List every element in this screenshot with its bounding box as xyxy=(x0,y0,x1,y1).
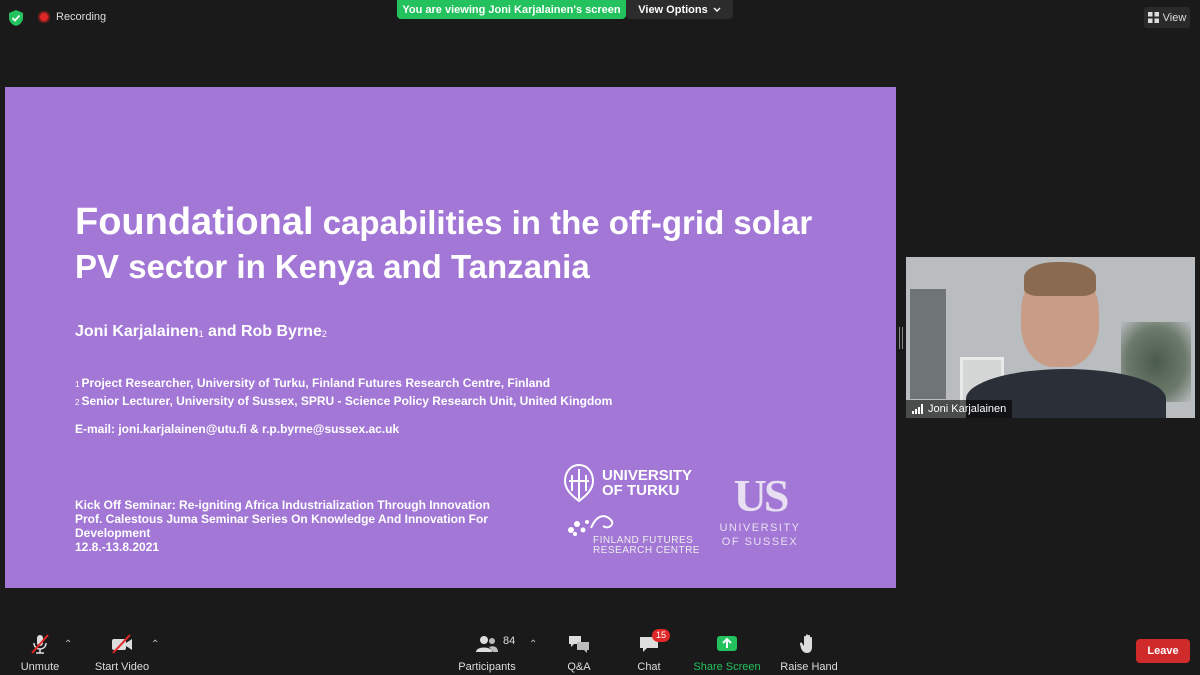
chat-unread-badge: 15 xyxy=(652,629,671,642)
participant-hair xyxy=(1024,262,1096,296)
recording-icon xyxy=(38,11,50,23)
slide-title: Foundational capabilities in the off-gri… xyxy=(75,200,855,289)
panel-resize-handle[interactable] xyxy=(899,327,903,349)
shared-screen-slide: Foundational capabilities in the off-gri… xyxy=(5,87,896,588)
sussex-line-1: UNIVERSITY xyxy=(719,522,801,534)
recording-label: Recording xyxy=(56,11,107,23)
seminar-line-1: Kick Off Seminar: Re-igniting Africa Ind… xyxy=(75,498,490,512)
turku-wordmark: UNIVERSITY OF TURKU xyxy=(602,468,692,498)
slide-authors: Joni Karjalainen1 and Rob Byrne2 xyxy=(75,323,327,341)
share-screen-label: Share Screen xyxy=(693,661,761,673)
author-and: and xyxy=(203,323,241,340)
view-options-label: View Options xyxy=(638,3,708,16)
raise-hand-icon xyxy=(799,634,812,653)
signal-strength-icon xyxy=(912,404,923,414)
sussex-wordmark: UNIVERSITY OF SUSSEX xyxy=(715,521,805,549)
affiliation-2-num: 2 xyxy=(75,398,80,407)
chevron-down-icon xyxy=(713,7,721,12)
affiliation-1-num: 1 xyxy=(75,380,80,389)
ffrc-line-2: RESEARCH CENTRE xyxy=(593,545,700,556)
grid-icon xyxy=(1147,12,1159,23)
raise-hand-button[interactable]: Raise Hand xyxy=(780,633,838,673)
video-options-caret-icon[interactable]: ⌃ xyxy=(151,639,159,650)
university-of-sussex-logo: US UNIVERSITY OF SUSSEX xyxy=(715,470,805,549)
seminar-dates: 12.8.-13.8.2021 xyxy=(75,540,160,554)
view-options-button[interactable]: View Options xyxy=(626,0,733,19)
slide-email: E-mail: joni.karjalainen@utu.fi & r.p.by… xyxy=(75,422,400,436)
start-video-button[interactable]: Start Video xyxy=(95,633,149,673)
slide-title-lead: Foundational xyxy=(75,201,314,243)
sussex-mark: US xyxy=(733,470,790,521)
background-window xyxy=(910,289,946,399)
participants-icon xyxy=(476,636,498,652)
participant-name: Joni Karjalainen xyxy=(928,403,1007,415)
participant-name-tag: Joni Karjalainen xyxy=(906,400,1013,418)
view-label: View xyxy=(1162,11,1187,24)
participants-count: 84 xyxy=(503,635,516,647)
share-screen-button[interactable]: Share Screen xyxy=(693,633,761,673)
shield-icon[interactable] xyxy=(9,10,23,26)
meeting-toolbar: Unmute ⌃ Start Video ⌃ 84 Participants ⌃ xyxy=(0,625,1200,675)
author-2: Rob Byrne xyxy=(240,323,322,340)
slide-seminar-info: Kick Off Seminar: Re-igniting Africa Ind… xyxy=(75,498,545,554)
view-button[interactable]: View xyxy=(1144,7,1190,28)
ffrc-wordmark: FINLAND FUTURES RESEARCH CENTRE xyxy=(593,536,700,556)
slide-affiliations: 1 Project Researcher, University of Turku… xyxy=(75,375,612,411)
leave-button[interactable]: Leave xyxy=(1136,639,1190,663)
participant-video-tile[interactable]: Joni Karjalainen xyxy=(906,257,1195,418)
university-of-turku-logo: UNIVERSITY OF TURKU xyxy=(562,463,692,503)
microphone-muted-icon xyxy=(31,634,49,654)
turku-emblem-icon xyxy=(563,463,595,503)
viewing-banner: You are viewing Joni Karjalainen's scree… xyxy=(397,0,626,19)
qa-icon xyxy=(569,636,589,653)
participants-button[interactable]: 84 Participants xyxy=(458,633,516,673)
affiliation-2: 2 Senior Lecturer, University of Sussex, … xyxy=(75,393,612,411)
turku-line-2: OF TURKU xyxy=(602,482,680,499)
participants-options-caret-icon[interactable]: ⌃ xyxy=(529,639,537,650)
ffrc-emblem-icon xyxy=(568,515,614,536)
seminar-line-2: Prof. Calestous Juma Seminar Series On K… xyxy=(75,512,488,540)
author-2-sup: 2 xyxy=(321,329,327,339)
chat-button[interactable]: 15 Chat xyxy=(636,629,671,673)
qa-button[interactable]: Q&A xyxy=(563,633,595,673)
share-screen-icon xyxy=(717,636,737,651)
recording-indicator[interactable]: Recording xyxy=(38,11,106,23)
ffrc-logo: FINLAND FUTURES RESEARCH CENTRE xyxy=(565,510,705,560)
participants-label: Participants xyxy=(458,661,516,673)
audio-options-caret-icon[interactable]: ⌃ xyxy=(64,639,72,650)
camera-off-icon xyxy=(112,634,132,654)
chat-label: Chat xyxy=(637,661,661,673)
top-bar: Recording You are viewing Joni Karjalain… xyxy=(0,0,1200,36)
raise-hand-label: Raise Hand xyxy=(780,661,838,673)
start-video-label: Start Video xyxy=(94,661,150,673)
unmute-label: Unmute xyxy=(20,661,60,673)
qa-label: Q&A xyxy=(567,661,591,673)
sussex-line-2: OF SUSSEX xyxy=(721,536,799,548)
affiliation-2-text: Senior Lecturer, University of Sussex, S… xyxy=(81,394,613,408)
affiliation-1: 1 Project Researcher, University of Turku… xyxy=(75,375,612,393)
author-1: Joni Karjalainen xyxy=(75,323,199,340)
affiliation-1-text: Project Researcher, University of Turku,… xyxy=(81,376,551,390)
unmute-button[interactable]: Unmute xyxy=(20,633,60,673)
turku-line-1: UNIVERSITY xyxy=(602,467,693,484)
